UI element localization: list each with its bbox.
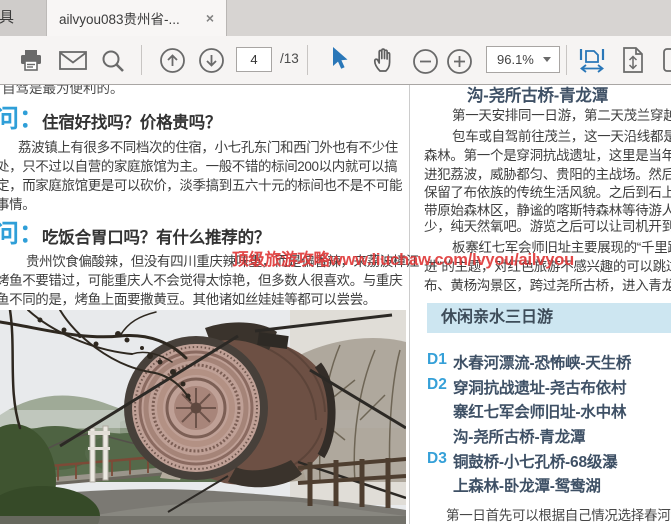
paragraph-line: 少，纯天然氧吧。游览之后可以让司机开到附: [424, 215, 671, 235]
fit-width-button[interactable]: [578, 47, 606, 74]
paragraph-line: 包车或自驾前往茂兰，这一天沿线都是美丽: [452, 125, 671, 145]
page-total-label: /13: [280, 51, 299, 66]
zoom-out-button[interactable]: [412, 48, 439, 75]
zoom-level-value: 96.1%: [487, 52, 543, 67]
email-button[interactable]: [58, 50, 88, 72]
fit-page-button[interactable]: [620, 46, 646, 74]
paragraph-line: 荔波镇上有很多不同档次的住宿，小七孔东门和西门外也有不少住: [18, 136, 425, 156]
itinerary-line: 上森林-卧龙潭-鸳鸯湖: [453, 474, 601, 496]
itinerary-line: 沟-尧所古桥-青龙潭: [453, 425, 585, 447]
section-header-label: 休闲亲水三日游: [427, 309, 553, 326]
page-number-input[interactable]: [236, 47, 272, 72]
route-heading: 沟-尧所古桥-青龙潭: [467, 85, 608, 106]
print-button[interactable]: [18, 48, 44, 73]
tab-document[interactable]: ailvyou083贵州省-... ×: [47, 0, 227, 36]
document-canvas[interactable]: 自驾是最为便利的。 问： 住宿好找吗？价格贵吗？ 荔波镇上有很多不同档次的住宿，…: [0, 85, 671, 524]
tab-bar: 工具 ailvyou083贵州省-... ×: [0, 0, 671, 36]
watermark-text: 顶级旅游攻略www.liuchaw.com/lvyou/ailvyou: [232, 246, 574, 270]
paragraph-line: 保留了布依族的传统生活风貌。之后到石上森: [424, 181, 671, 201]
next-page-button[interactable]: [198, 47, 225, 74]
itinerary-line: 铜鼓桥-小七孔桥-68级瀑: [453, 450, 617, 472]
toolbar-separator: [566, 45, 567, 75]
clipped-text-line: 自驾是最为便利的。: [2, 85, 409, 97]
zoom-in-button[interactable]: [446, 48, 473, 75]
chevron-down-icon: [543, 57, 551, 62]
toolbar-separator: [141, 45, 142, 75]
paragraph-line: 布、黄杨沟景区，跨过尧所古桥，进入青龙潭: [424, 274, 671, 294]
hand-tool-button[interactable]: [370, 46, 398, 74]
day-label: D3: [427, 450, 447, 468]
question-marker: 问：: [0, 214, 44, 250]
question-marker: 问：: [0, 99, 44, 135]
paragraph-line: 处，只不过以自营的家庭旅馆为主。一般不错的标间200以内就可以搞: [0, 155, 403, 175]
question-title: 住宿好找吗？价格贵吗？: [42, 109, 221, 133]
tab-tools[interactable]: 工具: [0, 0, 47, 36]
section-header: 休闲亲水三日游: [427, 303, 671, 333]
previous-page-button[interactable]: [159, 47, 186, 74]
pdf-viewer-window: { "window": { "tools_tab": "工具", "doc_ta…: [0, 0, 671, 524]
paragraph-line: 第一天安排同一日游，第二天茂兰穿越森林: [452, 104, 671, 124]
tab-document-label: ailvyou083贵州省-...: [59, 8, 198, 28]
tab-close-icon[interactable]: ×: [206, 10, 214, 26]
paragraph-line: 定，而家庭旅馆更是可以砍价，淡季搞到五六十元的标间也不是不可能的: [0, 174, 403, 194]
paragraph-line: 事情。: [0, 193, 403, 213]
search-button[interactable]: [101, 49, 126, 74]
day-label: D2: [427, 376, 447, 394]
toolbar-separator: [307, 45, 308, 75]
question-title: 吃饭合胃口吗？有什么推荐的？: [42, 224, 270, 248]
toolbar-overflow-icon[interactable]: [662, 47, 671, 74]
itinerary-line: 水春河漂流-恐怖峡-天生桥: [453, 351, 631, 373]
paragraph-line: 鱼不同的是，烤鱼上面要撒黄豆。其他诸如丝娃娃等都可以尝尝。: [0, 288, 403, 308]
paragraph-line: 烤鱼不要错过，可能重庆人不会觉得太惊艳，但多数人很喜欢。与重庆烤: [0, 269, 403, 289]
zoom-level-dropdown[interactable]: 96.1%: [486, 46, 560, 73]
tab-tools-label: 工具: [0, 0, 14, 36]
itinerary-line: 寨红七军会师旧址-水中林: [453, 400, 626, 422]
paragraph-line: 第一日首先可以根据自己情况选择春河漂: [446, 504, 671, 524]
day-label: D1: [427, 351, 447, 369]
paragraph-line: 进犯荔波，威胁都匀、贵阳的主战场。然后可: [424, 163, 671, 183]
paragraph-line: 森林。第一个是穿洞抗战遗址，这里是当年荔: [424, 144, 671, 164]
toolbar: /13 96.1%: [0, 36, 671, 85]
bridge-photo: [0, 310, 406, 524]
itinerary-line: 穿洞抗战遗址-尧古布依村: [453, 376, 626, 398]
select-tool-button[interactable]: [330, 46, 350, 73]
